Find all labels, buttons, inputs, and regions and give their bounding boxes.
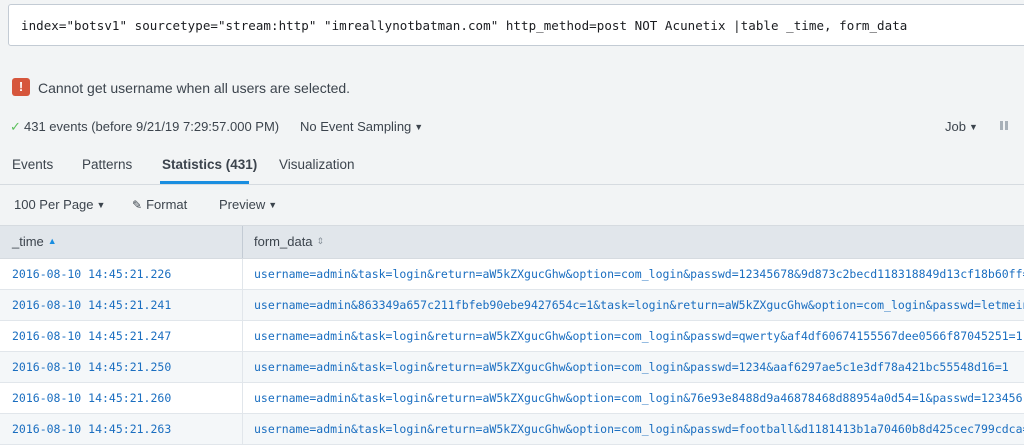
preview-label: Preview [219,197,266,212]
pencil-icon: ✎ [132,198,143,212]
format-label: Format [146,197,188,212]
cell-form-data[interactable]: username=admin&task=login&return=aW5kZXg… [254,267,1024,281]
cell-time[interactable]: 2016-08-10 14:45:21.226 [12,267,171,281]
chevron-down-icon: ▼ [414,122,424,132]
warning-text: Cannot get username when all users are s… [38,80,351,96]
checkmark-icon: ✓ [10,119,21,134]
column-divider [242,383,243,413]
cell-time[interactable]: 2016-08-10 14:45:21.250 [12,360,171,374]
chevron-down-icon: ▼ [968,122,978,132]
search-query[interactable]: index="botsv1" sourcetype="stream:http" … [21,18,907,33]
table-row: 2016-08-10 14:45:21.250 username=admin&t… [0,352,1024,383]
column-divider [242,352,243,382]
column-divider [242,290,243,320]
column-divider [242,321,243,351]
search-bar[interactable]: index="botsv1" sourcetype="stream:http" … [8,4,1024,46]
table-row: 2016-08-10 14:45:21.260 username=admin&t… [0,383,1024,414]
per-page-dropdown[interactable]: 100 Per Page ▼ [14,197,105,212]
sort-ascending-icon: ▲ [47,236,57,246]
column-header-form-data[interactable]: form_data ⇕ [254,234,324,249]
column-header-time-label: _time [12,234,44,249]
event-sampling-dropdown[interactable]: No Event Sampling ▼ [300,119,423,134]
chevron-down-icon: ▼ [96,200,106,210]
table-header: _time ▲ form_data ⇕ [0,225,1024,259]
format-button[interactable]: ✎ Format [132,197,187,212]
pause-icon[interactable] [1000,121,1008,130]
events-count[interactable]: 431 events (before 9/21/19 7:29:57.000 P… [24,119,279,134]
results-toolbar: 100 Per Page ▼ ✎ Format Preview ▼ [0,185,1024,225]
exclamation-icon: ! [12,78,30,96]
cell-form-data[interactable]: username=admin&task=login&return=aW5kZXg… [254,360,1009,374]
table-row: 2016-08-10 14:45:21.241 username=admin&8… [0,290,1024,321]
cell-form-data[interactable]: username=admin&task=login&return=aW5kZXg… [254,329,1023,343]
cell-form-data[interactable]: username=admin&task=login&return=aW5kZXg… [254,422,1024,436]
table-row: 2016-08-10 14:45:21.263 username=admin&t… [0,414,1024,445]
column-header-time[interactable]: _time ▲ [12,234,57,249]
cell-time[interactable]: 2016-08-10 14:45:21.263 [12,422,171,436]
results-table: _time ▲ form_data ⇕ 2016-08-10 14:45:21.22… [0,225,1024,445]
job-label: Job [945,119,966,134]
search-status: ✓ 431 events (before 9/21/19 7:29:57.000… [10,118,1024,138]
job-dropdown[interactable]: Job ▼ [945,119,978,134]
cell-time[interactable]: 2016-08-10 14:45:21.241 [12,298,171,312]
per-page-label: 100 Per Page [14,197,94,212]
results-tabs: Events Patterns Statistics (431) Visuali… [0,150,1024,185]
cell-time[interactable]: 2016-08-10 14:45:21.247 [12,329,171,343]
chevron-down-icon: ▼ [268,200,278,210]
cell-time[interactable]: 2016-08-10 14:45:21.260 [12,391,171,405]
tab-statistics[interactable]: Statistics (431) [162,157,257,172]
column-divider [242,414,243,444]
event-sampling-label: No Event Sampling [300,119,412,134]
column-divider[interactable] [242,226,243,258]
sort-icon: ⇕ [316,236,325,246]
cell-form-data[interactable]: username=admin&863349a657c211fbfeb90ebe9… [254,298,1024,312]
tab-visualization[interactable]: Visualization [279,157,355,172]
active-tab-indicator [160,181,249,184]
tab-events[interactable]: Events [12,157,53,172]
table-row: 2016-08-10 14:45:21.247 username=admin&t… [0,321,1024,352]
table-row: 2016-08-10 14:45:21.226 username=admin&t… [0,259,1024,290]
preview-dropdown[interactable]: Preview ▼ [219,197,277,212]
column-header-form-data-label: form_data [254,234,313,249]
tab-patterns[interactable]: Patterns [82,157,132,172]
column-divider [242,259,243,289]
cell-form-data[interactable]: username=admin&task=login&return=aW5kZXg… [254,391,1023,405]
